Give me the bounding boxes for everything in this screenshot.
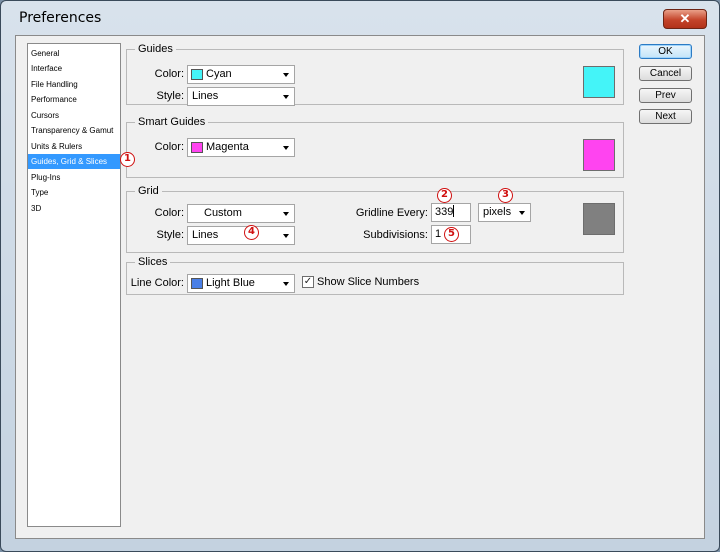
- guides-color-value: Cyan: [206, 68, 232, 80]
- guides-color-preview[interactable]: [583, 66, 615, 98]
- nav-item-units-rulers[interactable]: Units & Rulers: [28, 139, 120, 154]
- callout-badge-1: 1: [120, 152, 135, 167]
- grid-color-dropdown[interactable]: Custom: [187, 204, 295, 223]
- grid-style-label: Style:: [156, 229, 184, 241]
- slices-line-color-swatch: [191, 278, 203, 289]
- nav-item-plug-ins[interactable]: Plug-Ins: [28, 170, 120, 185]
- text-caret: [453, 205, 455, 217]
- preferences-window: Preferences ✕ General Interface File Han…: [0, 0, 720, 552]
- nav-item-interface[interactable]: Interface: [28, 61, 120, 76]
- nav-item-cursors[interactable]: Cursors: [28, 108, 120, 123]
- nav-item-performance[interactable]: Performance: [28, 92, 120, 107]
- show-slice-numbers-checkbox[interactable]: ✓: [302, 276, 314, 288]
- chevron-down-icon: [283, 234, 289, 238]
- guides-color-label: Color:: [154, 68, 184, 80]
- guides-style-dropdown[interactable]: Lines: [187, 87, 295, 106]
- callout-badge-4: 4: [244, 225, 259, 240]
- grid-color-label: Color:: [154, 207, 184, 219]
- slices-line-color-dropdown[interactable]: Light Blue: [187, 274, 295, 293]
- checkmark-icon: ✓: [303, 276, 313, 287]
- chevron-down-icon: [283, 95, 289, 99]
- slices-group: Slices Line Color: Light Blue ✓ Show Sli…: [126, 256, 624, 295]
- smart-guides-group-label: Smart Guides: [135, 116, 209, 129]
- gridline-unit-dropdown[interactable]: pixels: [478, 203, 531, 222]
- window-title: Preferences: [19, 10, 102, 26]
- prev-button[interactable]: Prev: [639, 88, 692, 103]
- cancel-button[interactable]: Cancel: [639, 66, 692, 81]
- grid-color-preview[interactable]: [583, 203, 615, 235]
- chevron-down-icon: [283, 146, 289, 150]
- close-icon: ✕: [679, 11, 691, 26]
- nav-item-file-handling[interactable]: File Handling: [28, 77, 120, 92]
- guides-group: Guides Color: Cyan Style: Lines: [126, 43, 624, 106]
- nav-item-general[interactable]: General: [28, 46, 120, 61]
- chevron-down-icon: [283, 282, 289, 286]
- smart-guides-color-label: Color:: [154, 141, 184, 153]
- nav-item-3d[interactable]: 3D: [28, 201, 120, 216]
- title-bar[interactable]: Preferences ✕: [1, 1, 719, 33]
- guides-color-dropdown[interactable]: Cyan: [187, 65, 295, 84]
- nav-item-guides-grid-slices[interactable]: Guides, Grid & Slices: [28, 154, 120, 169]
- grid-style-value: Lines: [192, 229, 219, 241]
- subdivisions-label: Subdivisions:: [363, 229, 428, 241]
- guides-style-value: Lines: [192, 90, 219, 102]
- smart-guides-color-swatch: [191, 142, 203, 153]
- gridline-every-input[interactable]: 339: [431, 203, 471, 222]
- smart-guides-color-dropdown[interactable]: Magenta: [187, 138, 295, 157]
- nav-item-type[interactable]: Type: [28, 185, 120, 200]
- grid-color-value: Custom: [204, 207, 242, 219]
- callout-badge-2: 2: [437, 188, 452, 203]
- next-button[interactable]: Next: [639, 109, 692, 124]
- slices-line-color-value: Light Blue: [206, 277, 255, 289]
- slices-line-color-label: Line Color:: [130, 277, 184, 289]
- chevron-down-icon: [283, 73, 289, 77]
- gridline-every-value: 339: [435, 206, 454, 218]
- guides-group-label: Guides: [135, 43, 176, 56]
- smart-guides-group: Smart Guides Color: Magenta: [126, 116, 624, 178]
- slices-group-label: Slices: [135, 256, 171, 269]
- dialog-body: General Interface File Handling Performa…: [15, 35, 705, 539]
- category-list[interactable]: General Interface File Handling Performa…: [27, 43, 121, 527]
- grid-style-dropdown[interactable]: Lines: [187, 226, 295, 245]
- smart-guides-color-preview[interactable]: [583, 139, 615, 171]
- grid-group: Grid Color: Custom Style: Lines Gridline…: [126, 185, 624, 253]
- show-slice-numbers-label[interactable]: Show Slice Numbers: [317, 275, 419, 289]
- close-button[interactable]: ✕: [663, 9, 707, 29]
- guides-color-swatch: [191, 69, 203, 80]
- subdivisions-value: 1: [435, 228, 442, 240]
- callout-badge-3: 3: [498, 188, 513, 203]
- nav-item-transparency-gamut[interactable]: Transparency & Gamut: [28, 123, 120, 138]
- grid-group-label: Grid: [135, 185, 162, 198]
- ok-button[interactable]: OK: [639, 44, 692, 59]
- callout-badge-5: 5: [444, 227, 459, 242]
- gridline-unit-value: pixels: [483, 206, 512, 218]
- gridline-every-label: Gridline Every:: [355, 207, 428, 219]
- chevron-down-icon: [283, 212, 289, 216]
- guides-style-label: Style:: [156, 90, 184, 102]
- smart-guides-color-value: Magenta: [206, 141, 249, 153]
- chevron-down-icon: [519, 211, 525, 215]
